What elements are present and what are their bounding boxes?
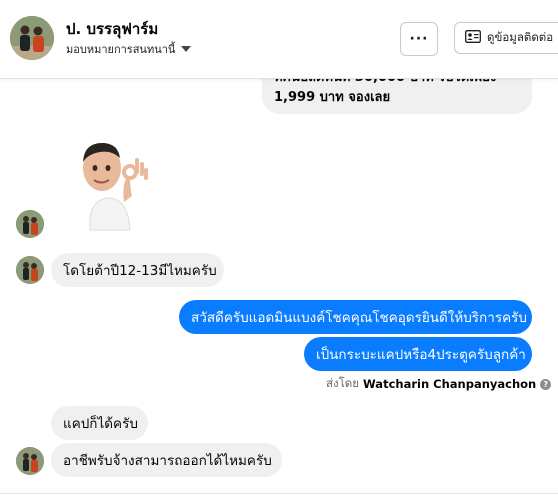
more-options-button[interactable]: ··· <box>400 22 438 56</box>
avatar-sticker[interactable] <box>72 138 152 234</box>
contact-card-icon <box>465 30 481 46</box>
message-bubble-incoming[interactable]: อาชีพรับจ้างสามารถออกได้ไหมครับ <box>51 443 282 477</box>
message-text-line: 1,999 บาท จองเลย <box>274 90 391 105</box>
sent-by-label: ส่งโดย Watcharin Chanpanyachon ? <box>326 375 552 393</box>
message-bubble-outgoing[interactable]: เป็นกระบะแคปหรือ4ประตูครับลูกค้า <box>304 337 532 371</box>
sent-by-prefix: ส่งโดย <box>326 376 360 390</box>
customer-avatar[interactable] <box>16 210 44 238</box>
view-contact-label: ดูข้อมูลติดต่อ <box>487 30 554 44</box>
customer-avatar[interactable] <box>16 256 44 284</box>
message-text: แคปก็ได้ครับ <box>63 416 138 432</box>
chevron-down-icon <box>181 46 192 52</box>
assign-conversation-dropdown[interactable]: มอบหมายการสนทนานี้ <box>66 40 192 58</box>
message-text: โดโยต้าปี12-13มีไหมครับ <box>63 263 217 279</box>
conversation-header: ป. บรรลุฟาร์ม มอบหมายการสนทนานี้ ··· ดูข… <box>0 0 558 79</box>
message-text: เป็นกระบะแคปหรือ4ประตูครับลูกค้า <box>316 347 526 363</box>
customer-avatar[interactable] <box>16 447 44 475</box>
message-text: สวัสดีครับแอดมินแบงค์โชคคุณโชคอุดรยินดีใ… <box>191 310 527 326</box>
help-icon[interactable]: ? <box>540 378 552 390</box>
composer-divider <box>0 493 558 494</box>
view-contact-button[interactable]: ดูข้อมูลติดต่อ <box>454 22 558 54</box>
message-bubble-outgoing[interactable]: สวัสดีครับแอดมินแบงค์โชคคุณโชคอุดรยินดีใ… <box>179 300 532 334</box>
sender-name: Watcharin Chanpanyachon <box>363 377 537 391</box>
page-name: ป. บรรลุฟาร์ม <box>66 20 159 38</box>
page-avatar[interactable] <box>10 16 54 60</box>
message-bubble-incoming[interactable]: โดโยต้าปี12-13มีไหมครับ <box>51 253 224 287</box>
message-text: อาชีพรับจ้างสามารถออกได้ไหมครับ <box>63 453 272 469</box>
assign-label: มอบหมายการสนทนานี้ <box>66 43 176 56</box>
message-bubble-incoming[interactable]: แคปก็ได้ครับ <box>51 406 148 440</box>
